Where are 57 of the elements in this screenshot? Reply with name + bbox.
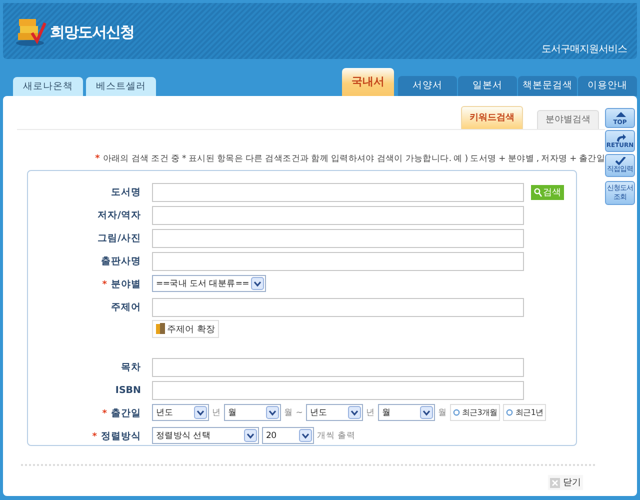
unit-label: 월 [438, 406, 447, 418]
input-field[interactable] [152, 381, 524, 400]
field-label: 목차 [121, 361, 141, 374]
field-label: 분야별 [111, 278, 141, 291]
dropdown[interactable]: 20 [262, 427, 314, 444]
unit-label: 월 ~ [284, 406, 303, 418]
expand-button[interactable]: 주제어 확장 [152, 320, 219, 338]
input-field[interactable] [152, 358, 524, 377]
input-field[interactable] [152, 298, 524, 317]
input-field[interactable] [152, 229, 524, 248]
dropdown[interactable]: 월 [378, 404, 435, 421]
page-title: 희망도서신청 [50, 22, 134, 42]
tab[interactable]: 베스트셀러 [86, 77, 156, 96]
notice-text: 아래의 검색 조건 중 * 표시된 항목은 다른 검색조건과 함께 입력하셔야 검색이 가능합니다. 예 ) 도서명 + 분야별 , 저자명 + 출간일 [102, 153, 605, 165]
bullet-icon [506, 409, 514, 416]
tab[interactable]: 키워드검색 [461, 106, 523, 129]
close-icon [550, 478, 560, 488]
unit-label: 개씩 출력 [317, 430, 356, 442]
tab[interactable]: 서양서 [398, 76, 457, 96]
dropdown[interactable]: 월 [224, 404, 281, 421]
bullet-icon [452, 409, 460, 416]
input-field[interactable] [152, 183, 524, 202]
field-label: 도서명 [111, 186, 141, 199]
dropdown[interactable]: 년도 [306, 404, 363, 421]
required-mark: * [102, 280, 107, 290]
tab[interactable]: 분야별검색 [537, 110, 599, 129]
tab[interactable]: 책본문검색 [518, 76, 577, 96]
required-mark: * [102, 408, 107, 418]
dropdown[interactable]: 년도 [152, 404, 209, 421]
required-mark: * [95, 154, 100, 164]
field-label: 출판사명 [101, 255, 141, 268]
field-label: 출간일 [111, 407, 141, 420]
unit-label: 년 [212, 406, 221, 418]
input-field[interactable] [152, 252, 524, 271]
field-label: 주제어 [111, 301, 141, 314]
check-icon [614, 157, 626, 165]
tab[interactable]: 이용안내 [578, 76, 637, 96]
period-button[interactable]: 최근1년 [503, 404, 546, 421]
dropdown[interactable]: ==국내 도서 대분류== [152, 275, 266, 292]
tab[interactable]: 새로나온책 [13, 77, 83, 96]
field-label: ISBN [115, 385, 141, 396]
tab[interactable]: 국내서 [342, 68, 394, 96]
field-label: 그림/사진 [98, 232, 141, 245]
close-button[interactable]: 닫기 [548, 475, 583, 490]
dropdown[interactable]: 정렬방식 선택 [152, 427, 259, 444]
input-field[interactable] [152, 206, 524, 225]
book-icon [156, 323, 165, 335]
service-name: 도서구매지원서비스 [542, 43, 627, 56]
field-label: 저자/역자 [98, 209, 141, 222]
required-mark: * [92, 432, 97, 442]
search-icon [534, 188, 542, 197]
tab[interactable]: 일본서 [458, 76, 517, 96]
unit-label: 년 [366, 406, 375, 418]
books-icon [15, 17, 47, 47]
field-label: 정렬방식 [101, 430, 141, 443]
up-arrow-icon [614, 110, 626, 118]
period-button[interactable]: 최근3개월 [450, 404, 500, 421]
